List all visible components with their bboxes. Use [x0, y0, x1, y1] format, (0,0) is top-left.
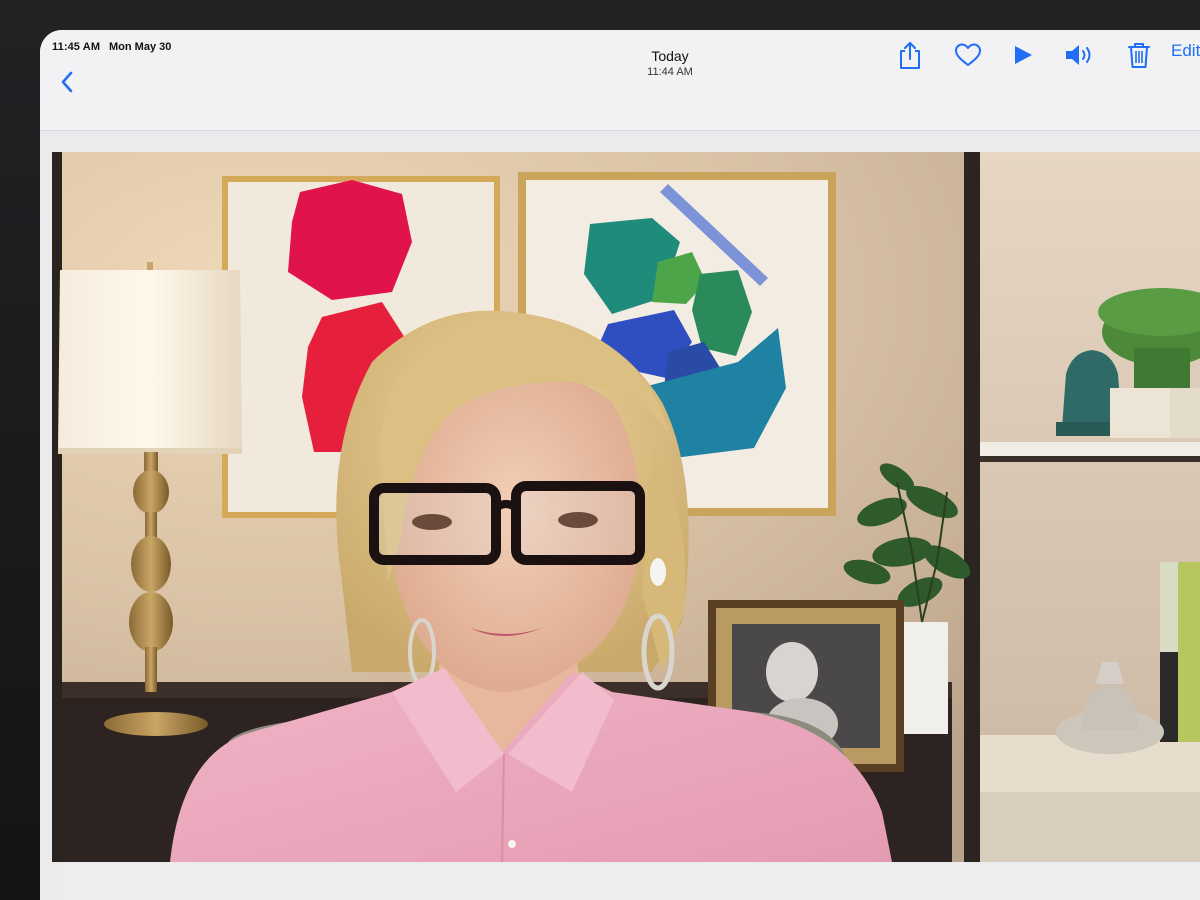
back-button[interactable] [56, 68, 78, 96]
edit-button[interactable]: Edit [1171, 41, 1200, 61]
share-icon [900, 42, 920, 69]
trash-icon [1128, 43, 1150, 68]
photo-view[interactable] [52, 152, 1200, 862]
play-button[interactable] [1006, 38, 1040, 72]
photo-image [52, 152, 1200, 862]
photo-header: Today 11:44 AM [600, 48, 740, 78]
page-subtitle: 11:44 AM [647, 66, 693, 78]
page-title: Today [651, 48, 689, 64]
sound-button[interactable] [1062, 38, 1096, 72]
heart-icon [955, 43, 981, 66]
chevron-left-icon [61, 71, 73, 93]
favorite-button[interactable] [951, 38, 985, 72]
top-toolbar: 11:45 AM Mon May 30 Today 11:44 AM Edit [40, 30, 1200, 131]
screen: 11:45 AM Mon May 30 Today 11:44 AM Edit [40, 30, 1200, 900]
delete-button[interactable] [1122, 38, 1156, 72]
status-time: 11:45 AM [52, 41, 101, 53]
play-icon [1015, 46, 1032, 64]
share-button[interactable] [893, 38, 927, 72]
status-date: Mon May 30 [109, 41, 172, 53]
bottom-bar [58, 863, 1200, 900]
speaker-icon [1066, 45, 1091, 65]
